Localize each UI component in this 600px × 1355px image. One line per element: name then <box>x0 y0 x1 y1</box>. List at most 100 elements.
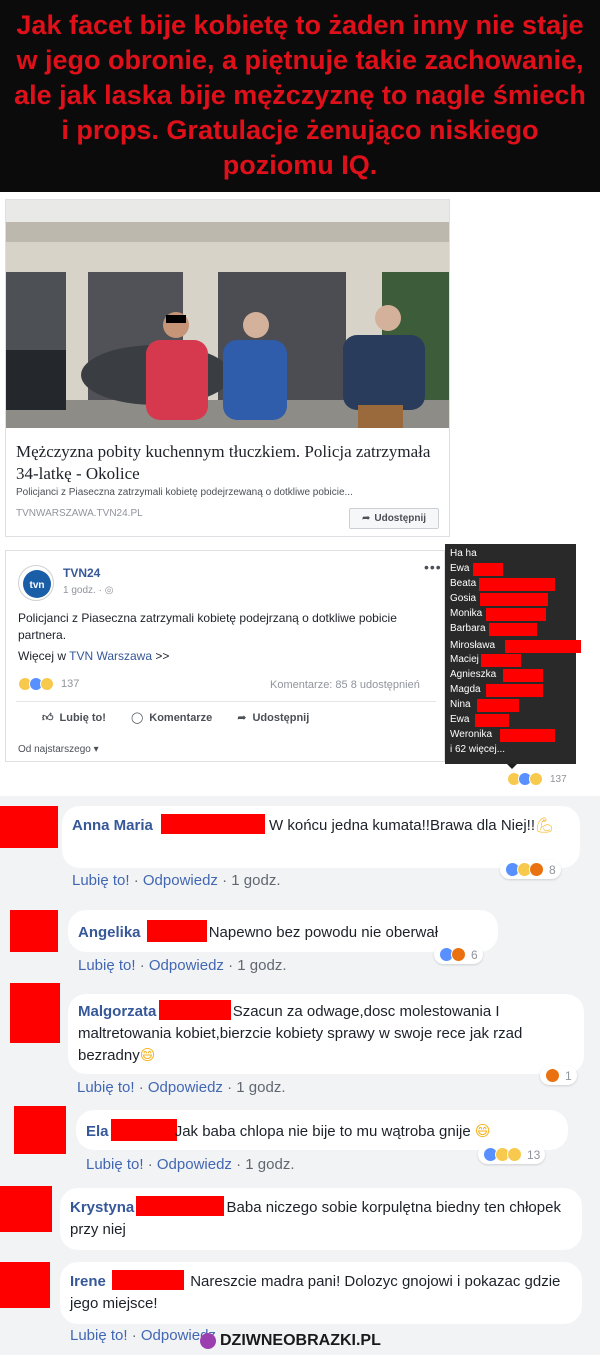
comment-body: Anna Maria W końcu jedna kumata!!Brawa d… <box>72 814 572 837</box>
laughing-emoji-icon: 😄︎ <box>470 1123 491 1140</box>
article-description: Policjanci z Piaseczna zatrzymali kobiet… <box>16 487 353 498</box>
redaction-box <box>158 1000 231 1020</box>
comment-like-link[interactable]: Lubię to! <box>77 1079 135 1096</box>
comment-like-link[interactable]: Lubię to! <box>70 1327 128 1344</box>
avatar[interactable] <box>0 806 58 848</box>
comment-reactions[interactable]: 6 <box>434 945 483 964</box>
comment-author[interactable]: Ela <box>86 1123 109 1140</box>
avatar[interactable] <box>10 910 58 952</box>
comment-reply-link[interactable]: Odpowiedz <box>143 872 218 889</box>
post-reaction-count: 137 <box>61 678 80 690</box>
share-arrow-icon: ➦ <box>361 513 371 524</box>
comment-author[interactable]: Malgorzata <box>78 1003 156 1020</box>
comment-bubble: Ela Jak baba chlopa nie bije to mu wątro… <box>76 1110 568 1150</box>
redaction-box <box>475 714 509 727</box>
tooltip-name: Mirosława <box>450 640 496 651</box>
page-name[interactable]: TVN24 <box>63 566 100 580</box>
page-avatar[interactable]: tvn <box>18 565 54 601</box>
comment-like-link[interactable]: Lubię to! <box>78 957 136 974</box>
more-options-icon[interactable]: ••• <box>424 559 442 575</box>
post-actions-bar: 👍︎ Lubię to! ◯ Komentarze ➦ Udostępnij <box>16 701 436 733</box>
tooltip-reactions[interactable]: 137 <box>507 772 567 786</box>
like-button[interactable]: 👍︎ Lubię to! <box>42 711 106 725</box>
comment-reply-link[interactable]: Odpowiedz <box>148 1079 223 1096</box>
comment-author[interactable]: Anna Maria <box>72 817 153 834</box>
redaction-box <box>486 684 543 697</box>
comment-bubble: Angelika Napewno bez powodu nie oberwał <box>68 910 498 952</box>
page-link[interactable]: TVN Warszawa <box>69 649 152 663</box>
article-title[interactable]: Mężczyzna pobity kuchennym tłuczkiem. Po… <box>16 441 436 485</box>
flexed-biceps-icon: 💪︎ <box>535 817 555 834</box>
post-stats[interactable]: Komentarze: 85 8 udostępnień <box>270 679 420 691</box>
tooltip-name: Barbara <box>450 623 486 634</box>
comment-body: Ela Jak baba chlopa nie bije to mu wątro… <box>86 1119 566 1143</box>
share-post-button[interactable]: ➦ Udostępnij <box>237 711 310 725</box>
comment-bubble: Malgorzata Szacun za odwage,dosc molesto… <box>68 994 584 1074</box>
tooltip-name: Ewa <box>450 563 470 574</box>
angry-reaction-icon <box>545 1068 560 1083</box>
avatar[interactable] <box>0 1186 52 1232</box>
comment-reactions[interactable]: 1 <box>540 1066 577 1085</box>
link-preview-card[interactable]: Mężczyzna pobity kuchennym tłuczkiem. Po… <box>5 199 450 537</box>
tooltip-name: Magda <box>450 684 481 695</box>
comment-reactions[interactable]: 8 <box>500 860 561 879</box>
comment-reaction-count: 1 <box>565 1068 572 1083</box>
post-text: Policjanci z Piaseczna zatrzymali kobiet… <box>18 611 397 642</box>
comment-author[interactable]: Irene <box>70 1273 106 1290</box>
share-post-label: Udostępnij <box>252 711 310 724</box>
comment-sort-dropdown[interactable]: Od najstarszego ▾ <box>18 744 99 755</box>
post-reactions[interactable]: 137 <box>18 677 79 691</box>
article-domain: TVNWARSZAWA.TVN24.PL <box>16 508 143 519</box>
avatar[interactable] <box>10 983 60 1043</box>
redaction-box <box>481 654 521 667</box>
caption-text: Jak facet bije kobietę to żaden inny nie… <box>14 10 586 180</box>
avatar[interactable] <box>0 1262 50 1308</box>
comment-reply-link[interactable]: Odpowiedz <box>149 957 224 974</box>
redaction-box <box>112 1270 185 1290</box>
tooltip-name: Monika <box>450 608 483 619</box>
share-button-label: Udostępnij <box>374 513 427 524</box>
comment-text: Jak baba chlopa nie bije to mu wątroba g… <box>174 1123 471 1140</box>
svg-text:tvn: tvn <box>30 580 45 591</box>
comment-body: Angelika Napewno bez powodu nie oberwał <box>78 920 498 944</box>
redaction-box <box>161 814 266 834</box>
wow-reaction-icon <box>40 677 54 691</box>
comment-author[interactable]: Krystyna <box>70 1199 134 1216</box>
comment-like-link[interactable]: Lubię to! <box>86 1156 144 1173</box>
comment-reply-link[interactable]: Odpowiedz <box>157 1156 232 1173</box>
wow-reaction-icon <box>529 772 543 786</box>
share-button[interactable]: ➦ Udostępnij <box>349 508 439 529</box>
angry-reaction-icon <box>529 862 544 877</box>
tooltip-name: Weronika <box>450 729 493 740</box>
share-arrow-icon: ➦ <box>237 712 247 724</box>
comment-meta: Lubię to! · Odpowiedz · 1 godz. <box>77 1079 286 1096</box>
redaction-box <box>146 920 207 942</box>
globe-icon: ◎ <box>104 585 114 596</box>
comment-button[interactable]: ◯ Komentarze <box>130 711 213 725</box>
comment-bubble: Krystyna Baba niczego sobie korpulętna b… <box>60 1188 582 1250</box>
comment-bubble: Irene Nareszcie madra pani! Dolozyc gnoj… <box>60 1262 582 1324</box>
post-more-prefix: Więcej w <box>18 649 70 663</box>
angry-reaction-icon <box>451 947 466 962</box>
speech-bubble-icon: ◯ <box>130 712 144 724</box>
comment-reactions[interactable]: 13 <box>478 1145 546 1164</box>
comment-text: W końcu jedna kumata!!Brawa dla Niej!! <box>269 817 535 834</box>
reactions-tooltip: Ha ha Ewa Beata Gosia Monika Barbara Mir… <box>445 544 581 764</box>
tooltip-name: Maciej <box>450 654 479 665</box>
comment-author[interactable]: Angelika <box>78 924 141 941</box>
redaction-box <box>136 1196 225 1216</box>
comment-button-label: Komentarze <box>149 711 213 724</box>
comment-meta: Lubię to! · Odpowiedz <box>70 1327 216 1344</box>
comment-like-link[interactable]: Lubię to! <box>72 872 130 889</box>
wow-reaction-icon <box>507 1147 522 1162</box>
tooltip-name: Nina <box>450 699 471 710</box>
post-card: tvn TVN24 1 godz. · ◎ ••• Policjanci z P… <box>5 550 445 762</box>
article-photo <box>6 200 449 428</box>
avatar[interactable] <box>14 1106 66 1154</box>
comment-meta: Lubię to! · Odpowiedz · 1 godz. <box>86 1156 295 1173</box>
post-timestamp: 1 godz. · ◎ <box>63 585 113 596</box>
redaction-box <box>477 699 519 712</box>
comment-time: 1 godz. <box>231 872 281 889</box>
redaction-box <box>489 623 537 636</box>
redaction-box <box>503 669 543 682</box>
